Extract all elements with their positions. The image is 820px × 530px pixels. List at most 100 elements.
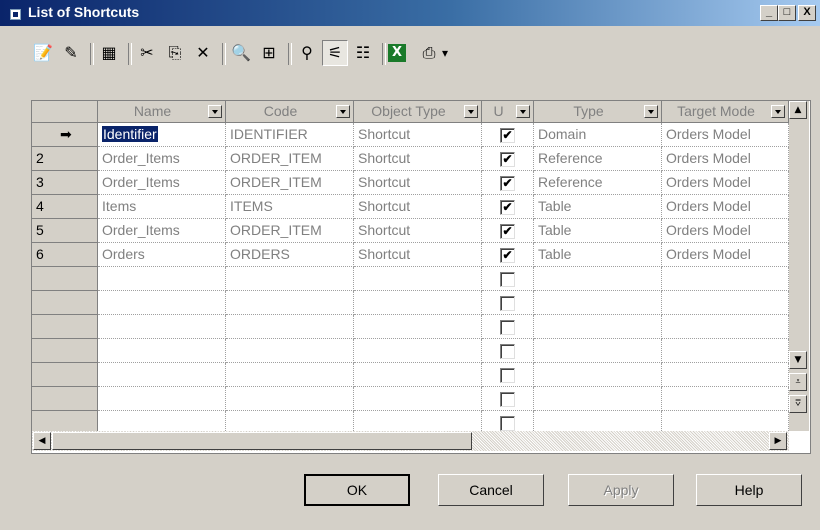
empty-cell[interactable] <box>482 387 534 411</box>
cancel-button[interactable]: Cancel <box>438 474 544 506</box>
column-filter-dropdown-icon[interactable] <box>464 105 478 118</box>
empty-cell[interactable] <box>534 339 662 363</box>
column-header[interactable]: Target Mode <box>662 101 789 123</box>
grid-cell[interactable]: Orders Model <box>662 171 789 195</box>
checkbox[interactable] <box>500 344 515 359</box>
empty-cell[interactable] <box>534 291 662 315</box>
empty-cell[interactable] <box>662 315 789 339</box>
window-icon[interactable] <box>10 9 21 20</box>
column-header[interactable]: Name <box>98 101 226 123</box>
empty-cell[interactable] <box>354 339 482 363</box>
empty-cell[interactable] <box>354 387 482 411</box>
help-button[interactable]: Help <box>696 474 802 506</box>
grid-cell[interactable]: Orders <box>98 243 226 267</box>
checkbox[interactable] <box>500 320 515 335</box>
grid-cell[interactable]: Orders Model <box>662 147 789 171</box>
grid-cell[interactable]: ✔ <box>482 219 534 243</box>
empty-cell[interactable] <box>226 315 354 339</box>
edit-icon[interactable]: ✎ <box>58 40 84 66</box>
empty-cell[interactable] <box>354 315 482 339</box>
empty-cell[interactable] <box>98 387 226 411</box>
column-header[interactable]: U <box>482 101 534 123</box>
checkbox[interactable] <box>500 272 515 287</box>
grid-cell[interactable]: Shortcut <box>354 147 482 171</box>
column-filter-dropdown-icon[interactable] <box>644 105 658 118</box>
empty-cell[interactable] <box>662 267 789 291</box>
empty-cell[interactable] <box>226 291 354 315</box>
print-dropdown-icon[interactable]: ▾ <box>438 40 452 66</box>
checkbox[interactable] <box>500 368 515 383</box>
grid-cell[interactable]: ORDER_ITEM <box>226 219 354 243</box>
column-filter-dropdown-icon[interactable] <box>336 105 350 118</box>
apply-button[interactable]: Apply <box>568 474 674 506</box>
horizontal-scroll-thumb[interactable] <box>52 432 472 450</box>
row-header[interactable]: 5 <box>32 219 98 243</box>
grid-cell[interactable]: Items <box>98 195 226 219</box>
empty-row-header[interactable] <box>32 339 98 363</box>
empty-cell[interactable] <box>534 315 662 339</box>
horizontal-scrollbar[interactable]: ◀ ▶ <box>32 431 789 451</box>
row-header[interactable]: 6 <box>32 243 98 267</box>
empty-cell[interactable] <box>226 387 354 411</box>
checkbox[interactable]: ✔ <box>500 128 515 143</box>
shortcuts-grid[interactable]: Name Code Object Type U Type Target Mode ➡ Iden… <box>31 100 811 454</box>
empty-cell[interactable] <box>482 315 534 339</box>
scroll-down-icon[interactable]: ▼ <box>789 351 807 369</box>
column-header[interactable]: Code <box>226 101 354 123</box>
enable-filter-icon[interactable]: ⚟ <box>322 40 348 66</box>
grid-cell[interactable]: ✔ <box>482 123 534 147</box>
grid-cell[interactable]: Reference <box>534 147 662 171</box>
checkbox[interactable]: ✔ <box>500 152 515 167</box>
checkbox[interactable] <box>500 296 515 311</box>
properties-icon[interactable]: 📝 <box>30 40 56 66</box>
scroll-right-icon[interactable]: ▶ <box>769 432 787 450</box>
grid-cell[interactable]: ORDERS <box>226 243 354 267</box>
scroll-page-down-icon[interactable]: ⩢ <box>789 395 807 413</box>
empty-cell[interactable] <box>482 363 534 387</box>
grid-cell[interactable]: ✔ <box>482 243 534 267</box>
grid-cell[interactable]: Orders Model <box>662 243 789 267</box>
empty-cell[interactable] <box>482 267 534 291</box>
empty-cell[interactable] <box>354 267 482 291</box>
grid-cell[interactable]: Shortcut <box>354 171 482 195</box>
empty-cell[interactable] <box>354 291 482 315</box>
row-header[interactable]: 4 <box>32 195 98 219</box>
empty-row-header[interactable] <box>32 267 98 291</box>
empty-row-header[interactable] <box>32 387 98 411</box>
empty-row-header[interactable] <box>32 291 98 315</box>
column-filter-dropdown-icon[interactable] <box>208 105 222 118</box>
column-header[interactable]: Type <box>534 101 662 123</box>
maximize-button[interactable]: □ <box>778 5 796 21</box>
grid-cell[interactable]: Shortcut <box>354 123 482 147</box>
grid-cell[interactable]: ✔ <box>482 147 534 171</box>
empty-cell[interactable] <box>534 267 662 291</box>
grid-cell[interactable]: Shortcut <box>354 219 482 243</box>
row-header[interactable]: 2 <box>32 147 98 171</box>
grid-cell[interactable]: ✔ <box>482 171 534 195</box>
empty-row-header[interactable] <box>32 363 98 387</box>
empty-cell[interactable] <box>226 339 354 363</box>
grid-cell[interactable]: ORDER_ITEM <box>226 147 354 171</box>
column-filter-dropdown-icon[interactable] <box>771 105 785 118</box>
find-icon[interactable]: 🔍 <box>228 40 254 66</box>
checkbox[interactable]: ✔ <box>500 224 515 239</box>
grid-cell[interactable]: ✔ <box>482 195 534 219</box>
grid-cell[interactable]: IDENTIFIER <box>226 123 354 147</box>
grid-cell[interactable]: Order_Items <box>98 147 226 171</box>
grid-cell[interactable]: Domain <box>534 123 662 147</box>
grid-cell[interactable]: Order_Items <box>98 219 226 243</box>
grid-cell[interactable]: Reference <box>534 171 662 195</box>
grid-cell[interactable]: Table <box>534 195 662 219</box>
grid-cell[interactable]: ORDER_ITEM <box>226 171 354 195</box>
grid-cell[interactable]: Table <box>534 243 662 267</box>
checkbox[interactable] <box>500 416 515 431</box>
empty-cell[interactable] <box>226 363 354 387</box>
ok-button[interactable]: OK <box>304 474 410 506</box>
empty-cell[interactable] <box>482 339 534 363</box>
row-header[interactable]: ➡ <box>32 123 98 147</box>
export-excel-icon[interactable]: X <box>388 44 406 62</box>
grid-cell[interactable]: Shortcut <box>354 195 482 219</box>
column-filter-dropdown-icon[interactable] <box>516 105 530 118</box>
selected-cell[interactable]: Identifier <box>98 123 226 147</box>
empty-cell[interactable] <box>98 339 226 363</box>
